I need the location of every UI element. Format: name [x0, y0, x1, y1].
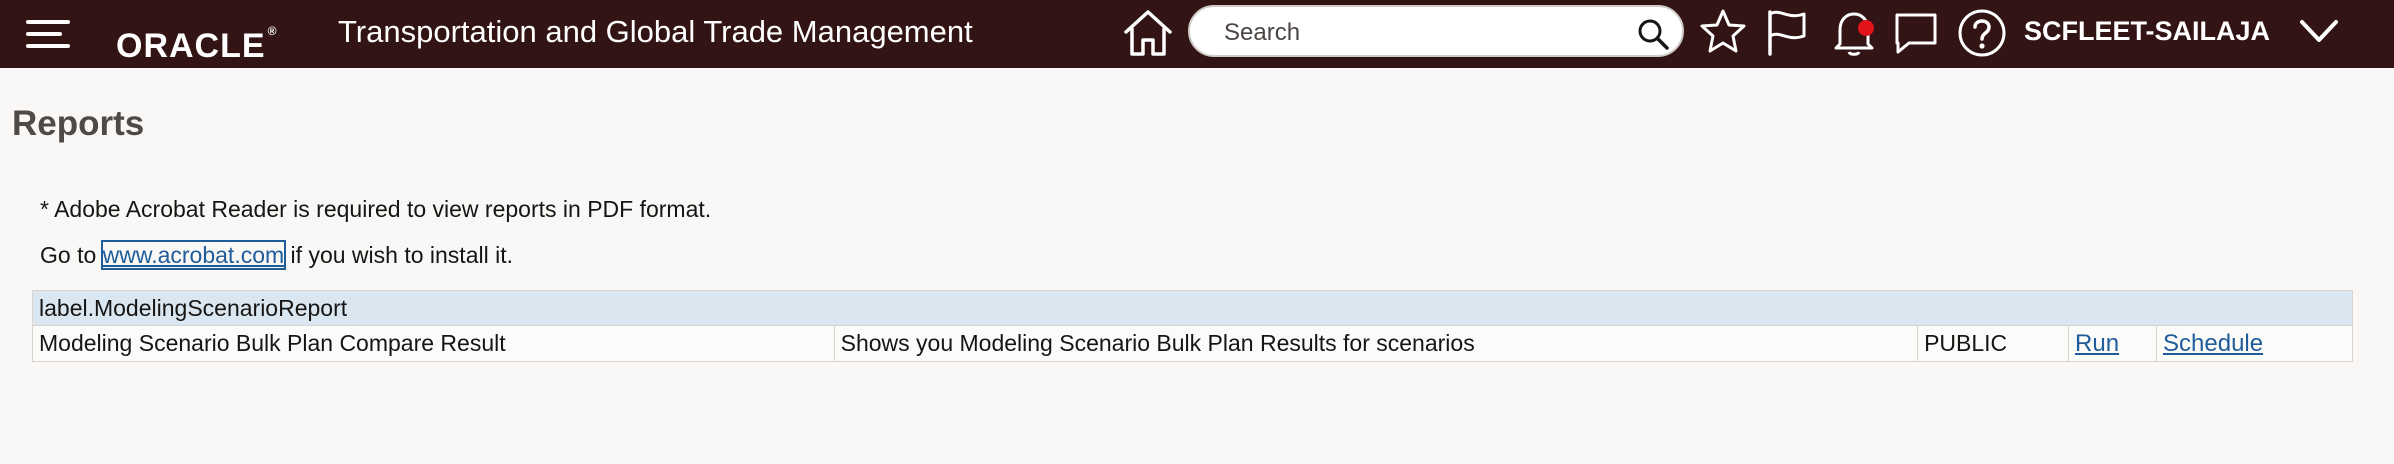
install-note-prefix: Go to: [40, 242, 103, 268]
flag-icon[interactable]: [1764, 8, 1810, 56]
report-name: Modeling Scenario Bulk Plan Compare Resu…: [32, 325, 835, 362]
chevron-down-icon[interactable]: [2296, 14, 2342, 48]
report-group-label: label.ModelingScenarioReport: [32, 290, 2353, 326]
report-description: Shows you Modeling Scenario Bulk Plan Re…: [833, 325, 1919, 362]
chat-icon[interactable]: [1892, 10, 1940, 56]
star-icon[interactable]: [1698, 7, 1748, 57]
run-report-link[interactable]: Run: [2075, 330, 2119, 357]
schedule-cell: Schedule: [2156, 325, 2353, 362]
oracle-logo[interactable]: ORACLE ®: [116, 11, 276, 65]
install-note-suffix: if you wish to install it.: [284, 242, 513, 268]
search-input[interactable]: [1222, 17, 1616, 49]
help-icon[interactable]: [1956, 7, 2008, 59]
acrobat-link[interactable]: www.acrobat.com: [100, 240, 287, 270]
table-row: Modeling Scenario Bulk Plan Compare Resu…: [32, 325, 2353, 362]
acrobat-requirement-note: * Adobe Acrobat Reader is required to vi…: [40, 196, 712, 222]
hamburger-menu-icon[interactable]: [24, 14, 74, 54]
product-title: Transportation and Global Trade Manageme…: [338, 14, 973, 49]
reports-table: label.ModelingScenarioReport Modeling Sc…: [32, 290, 2353, 362]
search-icon[interactable]: [1636, 17, 1670, 51]
page-title: Reports: [12, 104, 145, 143]
schedule-report-link[interactable]: Schedule: [2163, 330, 2263, 357]
bell-icon[interactable]: [1828, 6, 1880, 58]
report-visibility: PUBLIC: [1917, 325, 2070, 362]
report-group-header: label.ModelingScenarioReport: [32, 290, 2353, 326]
notification-dot: [1858, 20, 1874, 36]
global-search[interactable]: [1188, 5, 1684, 57]
home-icon[interactable]: [1122, 8, 1174, 58]
run-cell: Run: [2068, 325, 2158, 362]
user-menu-name[interactable]: SCFLEET-SAILAJA: [2024, 12, 2270, 50]
top-navigation-bar: ORACLE ® Transportation and Global Trade …: [0, 0, 2394, 68]
acrobat-install-note: Go to www.acrobat.com if you wish to ins…: [40, 240, 513, 270]
